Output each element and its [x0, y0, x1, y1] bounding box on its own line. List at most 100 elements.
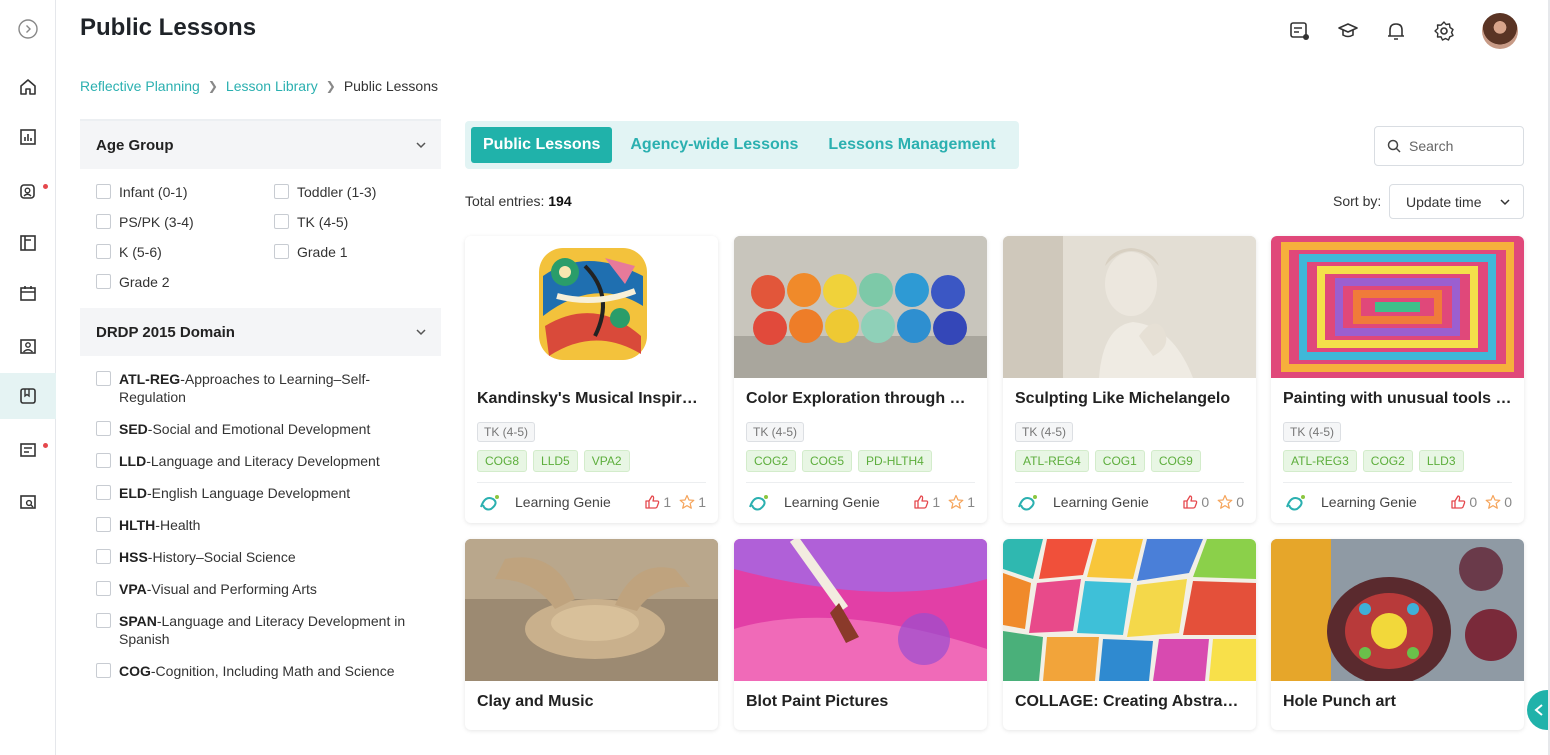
age-option[interactable]: Toddler (1-3): [274, 183, 434, 201]
domain-code: VPA: [119, 581, 147, 597]
training-button[interactable]: [1336, 19, 1360, 43]
checkbox[interactable]: [96, 485, 111, 500]
chevron-down-icon: [416, 329, 426, 336]
tab-lessons-management[interactable]: Lessons Management: [816, 127, 1007, 163]
like-button[interactable]: 0: [1182, 494, 1209, 510]
age-option[interactable]: Grade 2: [96, 273, 274, 291]
domain-option[interactable]: SED-Social and Emotional Development: [96, 420, 426, 438]
like-button[interactable]: 1: [913, 494, 940, 510]
domain-tag: COG9: [1150, 450, 1201, 472]
card-footer: Learning Genie 1 1: [746, 482, 975, 520]
breadcrumb-lesson-library[interactable]: Lesson Library: [226, 78, 318, 94]
filter-panel: Age Group Infant (0-1) Toddler (1-3) PS/…: [80, 119, 441, 730]
checkbox[interactable]: [96, 274, 111, 289]
age-group-header[interactable]: Age Group: [80, 121, 441, 169]
domain-option[interactable]: ELD-English Language Development: [96, 484, 426, 502]
domain-option[interactable]: ATL-REG-Approaches to Learning–Self-Regu…: [96, 370, 426, 406]
nav-home[interactable]: [0, 64, 56, 110]
domain-tag: COG1: [1094, 450, 1145, 472]
nav-lesson-library[interactable]: [0, 373, 56, 419]
collapse-sidebar-button[interactable]: [0, 6, 56, 52]
checkbox[interactable]: [96, 663, 111, 678]
nav-search-docs[interactable]: [0, 479, 56, 525]
age-tag: TK (4-5): [1015, 422, 1074, 442]
checkbox[interactable]: [96, 184, 111, 199]
favorite-button[interactable]: 0: [1217, 494, 1244, 510]
nav-checklist[interactable]: [0, 427, 56, 473]
domain-tag: ATL-REG3: [1283, 450, 1357, 472]
checkbox[interactable]: [96, 517, 111, 532]
checkbox[interactable]: [274, 244, 289, 259]
domain-tags: COG8 LLD5 VPA2: [477, 450, 706, 472]
nav-layout[interactable]: [0, 220, 56, 266]
lesson-card[interactable]: Clay and Music: [465, 539, 718, 730]
lesson-book-icon: [20, 388, 36, 404]
lesson-card[interactable]: Hole Punch art: [1271, 539, 1524, 730]
age-option[interactable]: Infant (0-1): [96, 183, 274, 201]
learning-genie-logo: [746, 491, 774, 513]
sort-select[interactable]: Update time: [1389, 184, 1524, 219]
checkbox[interactable]: [96, 244, 111, 259]
checkbox[interactable]: [96, 421, 111, 436]
domain-label: -English Language Development: [147, 485, 351, 501]
checkbox[interactable]: [274, 184, 289, 199]
user-avatar[interactable]: [1482, 13, 1518, 49]
lesson-card[interactable]: Kandinsky's Musical Inspiration TK (4-5)…: [465, 236, 718, 523]
checkbox[interactable]: [274, 214, 289, 229]
lesson-review-button[interactable]: [1288, 19, 1312, 43]
nav-calendar[interactable]: [0, 270, 56, 316]
checkbox[interactable]: [96, 581, 111, 596]
domain-option[interactable]: SPAN-Language and Literacy Development i…: [96, 612, 426, 648]
breadcrumb-reflective-planning[interactable]: Reflective Planning: [80, 78, 200, 94]
lesson-card[interactable]: COLLAGE: Creating Abstract Art: [1003, 539, 1256, 730]
search-input[interactable]: Search: [1374, 126, 1524, 166]
chevron-right-icon: ❯: [207, 79, 218, 93]
lesson-card[interactable]: Painting with unusual tools and material…: [1271, 236, 1524, 523]
domain-option[interactable]: VPA-Visual and Performing Arts: [96, 580, 426, 598]
favorite-button[interactable]: 1: [948, 494, 975, 510]
lesson-thumbnail: [734, 236, 987, 378]
tab-public-lessons[interactable]: Public Lessons: [471, 127, 613, 163]
age-option[interactable]: K (5-6): [96, 243, 274, 261]
nav-profiles[interactable]: [0, 168, 56, 214]
author-name: Learning Genie: [515, 493, 611, 510]
chevron-down-icon: [416, 142, 426, 149]
age-option[interactable]: Grade 1: [274, 243, 434, 261]
settings-button[interactable]: [1432, 19, 1456, 43]
checkbox[interactable]: [96, 613, 111, 628]
tab-agency-wide-lessons[interactable]: Agency-wide Lessons: [618, 127, 810, 163]
nav-reports[interactable]: [0, 114, 56, 160]
domain-code: SPAN: [119, 613, 157, 629]
notifications-button[interactable]: [1384, 19, 1408, 43]
favorite-button[interactable]: 1: [679, 494, 706, 510]
checkbox[interactable]: [96, 453, 111, 468]
domain-label: -Social and Emotional Development: [147, 421, 371, 437]
checkbox[interactable]: [96, 549, 111, 564]
domain-option[interactable]: HSS-History–Social Science: [96, 548, 426, 566]
age-group-options: Infant (0-1) Toddler (1-3) PS/PK (3-4) T…: [80, 169, 441, 305]
domain-tag: PD-HLTH4: [858, 450, 932, 472]
nav-photos[interactable]: [0, 323, 56, 369]
checklist-icon: [20, 443, 36, 457]
age-option[interactable]: PS/PK (3-4): [96, 213, 274, 231]
domain-option[interactable]: HLTH-Health: [96, 516, 426, 534]
favorite-button[interactable]: 0: [1485, 494, 1512, 510]
like-button[interactable]: 0: [1450, 494, 1477, 510]
like-button[interactable]: 1: [644, 494, 671, 510]
lesson-card[interactable]: Blot Paint Pictures: [734, 539, 987, 730]
like-count: 1: [932, 493, 941, 510]
lesson-review-icon: [1290, 22, 1309, 40]
lesson-card[interactable]: Sculpting Like Michelangelo TK (4-5) ATL…: [1003, 236, 1256, 523]
bell-icon: [1388, 23, 1404, 40]
lesson-card[interactable]: Color Exploration through Eggs TK (4-5) …: [734, 236, 987, 523]
lesson-thumbnail: [734, 539, 987, 681]
checkbox[interactable]: [96, 371, 111, 386]
domain-option[interactable]: LLD-Language and Literacy Development: [96, 452, 426, 470]
checkbox[interactable]: [96, 214, 111, 229]
gear-icon: [1434, 21, 1454, 41]
card-footer: Learning Genie 0 0: [1283, 482, 1512, 520]
age-option[interactable]: TK (4-5): [274, 213, 434, 231]
domain-option[interactable]: COG-Cognition, Including Math and Scienc…: [96, 662, 426, 680]
domain-header[interactable]: DRDP 2015 Domain: [80, 308, 441, 356]
domain-tag: LLD3: [1418, 450, 1464, 472]
